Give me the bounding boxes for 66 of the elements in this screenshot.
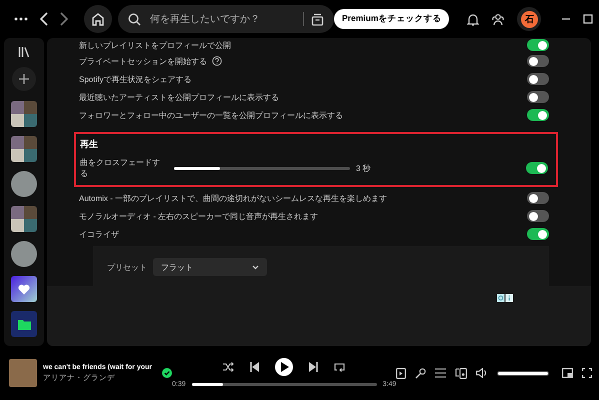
folder-cover[interactable] (11, 311, 37, 337)
play-button[interactable] (275, 358, 294, 376)
more-icon[interactable] (14, 17, 28, 21)
create-button[interactable] (12, 67, 36, 91)
setting-label: プライベートセッションを開始する (79, 56, 207, 66)
chevron-down-icon (252, 264, 259, 270)
slider-value: 3 秒 (356, 162, 371, 174)
toggle-switch[interactable] (527, 39, 549, 51)
search-input[interactable]: 何を再生したいですか？ (148, 12, 296, 26)
setting-label: イコライザ (79, 228, 119, 240)
toggle-switch[interactable] (527, 109, 549, 121)
next-icon[interactable] (309, 362, 318, 372)
heart-icon (18, 284, 30, 294)
saved-check-icon[interactable] (162, 368, 172, 378)
ad-info-icon[interactable] (497, 294, 513, 302)
setting-label: フォロワーとフォロー中のユーザーの一覧を公開プロフィールに表示する (79, 110, 343, 120)
previous-icon[interactable] (250, 362, 260, 372)
setting-label: 曲をクロスフェードする (80, 157, 160, 179)
setting-label: 最近聴いたアーティストを公開プロフィールに表示する (79, 92, 279, 102)
progress-bar[interactable] (192, 383, 377, 386)
preset-dropdown[interactable]: フラット (153, 258, 267, 276)
user-avatar[interactable]: 石 (520, 10, 538, 28)
queue-icon[interactable] (435, 368, 446, 378)
folder-icon (18, 318, 30, 330)
home-button[interactable] (84, 5, 112, 33)
search-bar[interactable]: 何を再生したいですか？ (118, 5, 334, 33)
shuffle-icon[interactable] (223, 362, 234, 372)
home-icon (91, 12, 105, 26)
friends-icon[interactable] (491, 12, 506, 26)
setting-label: モノラルオーディオ - 左右のスピーカーで同じ音声が再生されます (79, 210, 318, 222)
plus-icon (19, 74, 29, 84)
crossfade-slider[interactable] (174, 166, 350, 170)
toggle-switch[interactable] (527, 192, 549, 204)
playlist-cover[interactable] (11, 101, 37, 127)
fullscreen-icon[interactable] (582, 368, 592, 378)
play-icon (281, 362, 290, 372)
setting-label: Automix - 一部のプレイリストで、曲間の途切れがないシームレスな再生を楽しめます (79, 192, 388, 204)
browse-icon[interactable] (311, 12, 324, 26)
library-icon[interactable] (18, 46, 30, 58)
repeat-icon[interactable] (334, 362, 346, 372)
toggle-switch[interactable] (527, 91, 549, 103)
miniplayer-icon[interactable] (562, 368, 574, 378)
artist-photo[interactable] (11, 241, 37, 267)
artist-photo[interactable] (11, 171, 37, 197)
toggle-switch[interactable] (527, 210, 549, 222)
toggle-switch[interactable] (527, 228, 549, 240)
section-heading: 再生 (80, 138, 99, 151)
toggle-switch[interactable] (527, 55, 549, 67)
setting-label: 新しいプレイリストをプロフィールで公開 (79, 40, 231, 50)
now-playing-view-icon[interactable] (396, 368, 406, 378)
liked-songs-cover[interactable] (11, 276, 37, 302)
search-icon (128, 12, 141, 26)
premium-button[interactable]: Premiumをチェックする (334, 9, 450, 29)
help-icon[interactable] (212, 56, 222, 66)
bell-icon[interactable] (467, 12, 480, 26)
connect-device-icon[interactable] (455, 368, 468, 378)
toggle-switch[interactable] (526, 162, 548, 174)
preset-label: プリセット (107, 262, 147, 272)
volume-icon[interactable] (476, 368, 488, 378)
playlist-cover[interactable] (11, 136, 37, 162)
setting-label: Spotifyで再生状況をシェアする (79, 74, 192, 84)
playlist-cover[interactable] (11, 206, 37, 232)
back-icon[interactable] (40, 12, 48, 26)
forward-icon[interactable] (60, 12, 68, 26)
toggle-switch[interactable] (527, 73, 549, 85)
maximize-icon[interactable] (583, 14, 594, 24)
